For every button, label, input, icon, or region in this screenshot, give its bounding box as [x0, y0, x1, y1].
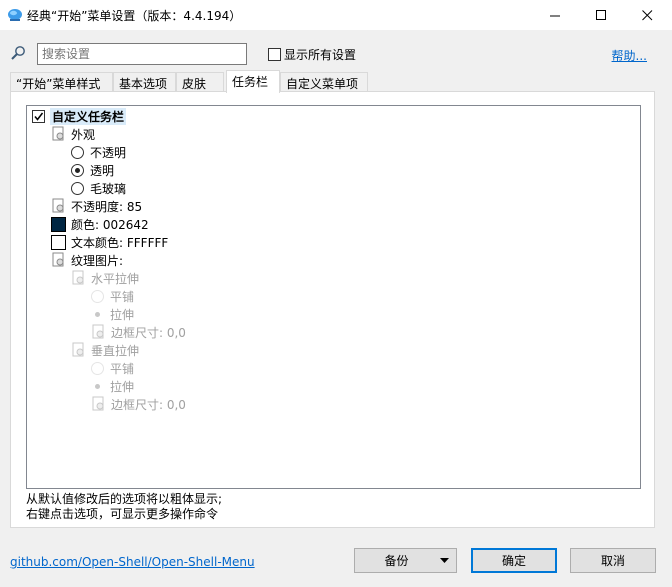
tree-item-color[interactable]: 颜色: 002642 — [51, 215, 149, 233]
text-color-swatch[interactable] — [51, 234, 66, 250]
cancel-button[interactable]: 取消 — [570, 548, 656, 573]
tab-skin[interactable]: 皮肤 — [176, 72, 224, 92]
settings-gear-icon — [92, 396, 104, 411]
tree-item-v-stretch-option[interactable]: 拉伸 — [91, 377, 134, 395]
checked-checkbox-icon[interactable] — [32, 109, 45, 123]
tree-item-label: 纹理图片: — [71, 253, 124, 268]
settings-gear-icon — [52, 252, 64, 267]
tree-item-custom-taskbar[interactable]: 自定义任务栏 — [32, 107, 127, 125]
tree-item-texture[interactable]: 纹理图片: — [51, 251, 123, 269]
tree-item-label: 水平拉伸 — [91, 271, 140, 286]
show-all-checkbox[interactable] — [268, 48, 281, 61]
tab-start-menu-style[interactable]: “开始”菜单样式 — [10, 72, 113, 92]
tab-custom-menu-items[interactable]: 自定义菜单项 — [280, 72, 368, 92]
tree-item-label: 边框尺寸: 0,0 — [111, 397, 186, 412]
maximize-icon — [595, 9, 606, 20]
tree-item-transparent[interactable]: 透明 — [71, 161, 114, 179]
tree-item-glass[interactable]: 毛玻璃 — [71, 179, 126, 197]
tree-item-appearance[interactable]: 外观 — [51, 125, 95, 143]
tree-item-label: 文本颜色: FFFFFF — [71, 235, 169, 250]
tree-item-h-tile[interactable]: 平铺 — [91, 287, 134, 305]
hint-line-2: 右键点击选项，可显示更多操作命令 — [26, 507, 219, 521]
radio-icon[interactable] — [71, 181, 84, 195]
show-all-settings[interactable]: 显示所有设置 — [268, 46, 356, 63]
tree-item-label: 透明 — [90, 163, 115, 178]
title-bar: 经典“开始”菜单设置（版本：4.4.194） — [0, 0, 672, 30]
settings-gear-icon — [72, 342, 84, 357]
tree-item-label: 拉伸 — [110, 307, 135, 322]
settings-gear-icon — [92, 324, 104, 339]
radio-selected-icon[interactable] — [71, 163, 84, 177]
backup-label: 备份 — [384, 554, 409, 568]
tree-item-vertical-stretch[interactable]: 垂直拉伸 — [71, 341, 139, 359]
tree-item-opacity[interactable]: 不透明度: 85 — [51, 197, 142, 215]
window-title: 经典“开始”菜单设置（版本：4.4.194） — [27, 9, 242, 23]
radio-selected-icon[interactable] — [91, 379, 104, 393]
tree-item-label: 平铺 — [110, 361, 135, 376]
tree-item-label: 外观 — [71, 127, 96, 142]
ok-button[interactable]: 确定 — [471, 548, 557, 573]
hint-line-1: 从默认值修改后的选项将以粗体显示; — [26, 492, 223, 506]
tree-item-label: 不透明 — [90, 145, 127, 160]
backup-button[interactable]: 备份 — [354, 548, 457, 573]
search-icon — [11, 46, 25, 60]
radio-icon[interactable] — [91, 361, 104, 375]
tree-item-label: 颜色: 002642 — [71, 217, 149, 232]
maximize-button[interactable] — [578, 0, 624, 30]
settings-gear-icon — [52, 198, 64, 213]
settings-gear-icon — [52, 126, 64, 141]
help-link[interactable]: 帮助... — [612, 47, 647, 64]
radio-icon[interactable] — [91, 289, 104, 303]
tree-item-label: 不透明度: 85 — [71, 199, 143, 214]
tree-item-label: 拉伸 — [110, 379, 135, 394]
tree-item-v-border-size[interactable]: 边框尺寸: 0,0 — [91, 395, 186, 413]
tree-item-h-border-size[interactable]: 边框尺寸: 0,0 — [91, 323, 186, 341]
github-link[interactable]: github.com/Open-Shell/Open-Shell-Menu — [10, 555, 255, 569]
close-icon — [641, 9, 652, 20]
app-shell-icon — [8, 9, 22, 21]
close-button[interactable] — [624, 0, 670, 30]
hint-text: 从默认值修改后的选项将以粗体显示; 右键点击选项，可显示更多操作命令 — [26, 492, 222, 522]
settings-panel: 自定义任务栏 外观 不透明 透明 毛玻璃 不透明度: 85 颜色: 002642 — [10, 91, 655, 528]
tree-item-label: 平铺 — [110, 289, 135, 304]
tree-item-v-tile[interactable]: 平铺 — [91, 359, 134, 377]
tree-item-h-stretch-option[interactable]: 拉伸 — [91, 305, 134, 323]
tree-item-label: 垂直拉伸 — [91, 343, 140, 358]
tree-item-label: 毛玻璃 — [90, 181, 127, 196]
settings-tree[interactable]: 自定义任务栏 外观 不透明 透明 毛玻璃 不透明度: 85 颜色: 002642 — [26, 105, 641, 489]
radio-icon[interactable] — [71, 145, 84, 159]
tree-item-text-color[interactable]: 文本颜色: FFFFFF — [51, 233, 168, 251]
tab-taskbar[interactable]: 任务栏 — [226, 70, 280, 93]
tree-item-label: 边框尺寸: 0,0 — [111, 325, 186, 340]
dropdown-arrow-icon — [440, 558, 449, 563]
tab-basic-options[interactable]: 基本选项 — [113, 72, 176, 92]
minimize-icon — [549, 15, 560, 16]
settings-gear-icon — [72, 270, 84, 285]
tree-item-label: 自定义任务栏 — [50, 107, 127, 125]
tree-item-opaque[interactable]: 不透明 — [71, 143, 126, 161]
radio-selected-icon[interactable] — [91, 307, 104, 321]
color-swatch[interactable] — [51, 216, 66, 232]
show-all-label: 显示所有设置 — [284, 48, 357, 62]
minimize-button[interactable] — [532, 0, 578, 30]
tree-item-horizontal-stretch[interactable]: 水平拉伸 — [71, 269, 139, 287]
search-input[interactable] — [37, 43, 247, 65]
